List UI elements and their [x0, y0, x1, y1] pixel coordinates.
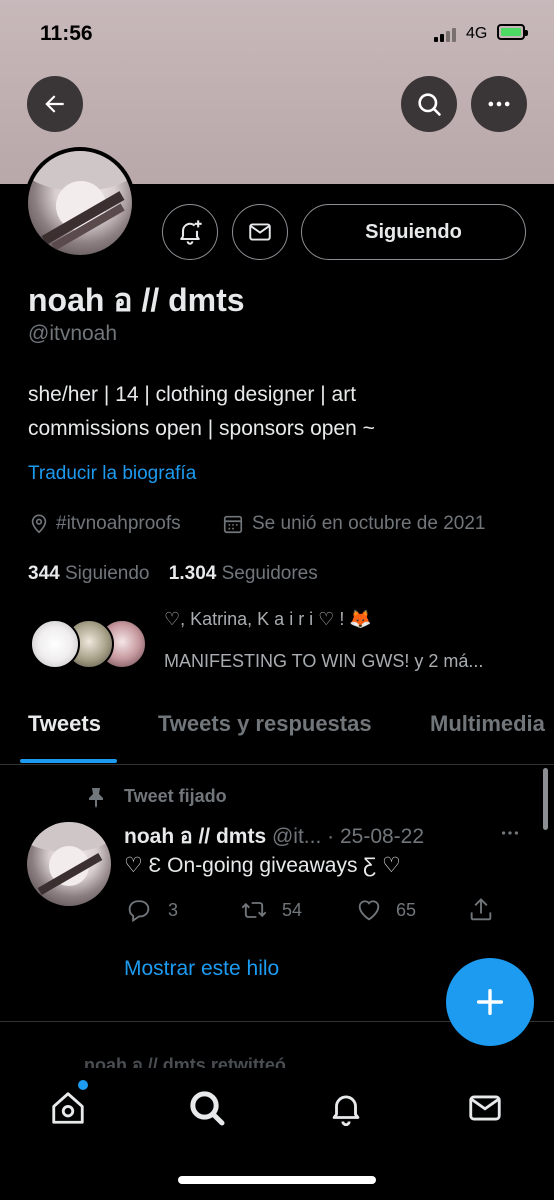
follow-stats: 344 Siguiendo 1.304 Seguidores — [28, 563, 318, 585]
arrow-left-icon — [45, 95, 64, 113]
tab-tweets[interactable]: Tweets — [28, 711, 101, 737]
reply-icon — [128, 900, 150, 923]
more-button[interactable] — [471, 76, 527, 132]
active-tab-indicator — [20, 759, 117, 763]
location-pin-icon — [31, 514, 47, 534]
bio-line: she/her | 14 | clothing designer | art — [28, 383, 357, 406]
more-icon — [488, 101, 510, 107]
nav-home[interactable] — [48, 1080, 88, 1128]
plus-icon — [476, 988, 504, 1016]
followed-by-line: ♡, Katrina, K a i r i ♡ ! 🦊 — [164, 609, 372, 629]
heart-icon — [358, 900, 380, 921]
retweet-icon — [241, 902, 267, 918]
home-icon — [52, 1092, 84, 1124]
tweet-date: · 25-08-22 — [327, 825, 425, 848]
followers-count: 1.304 — [168, 563, 217, 584]
tab-media[interactable]: Multimedia — [430, 711, 545, 737]
tweet-author-handle: @it... — [271, 825, 322, 848]
joined-meta: Se unió en octubre de 2021 — [222, 513, 485, 535]
tweet-more-icon[interactable] — [496, 822, 524, 844]
following-label: Siguiendo — [64, 563, 150, 584]
retweet-count: 54 — [282, 899, 303, 920]
tweet-avatar[interactable] — [27, 822, 111, 906]
like-action[interactable]: 65 — [354, 896, 416, 924]
followed-by-line: MANIFESTING TO WIN GWS! y 2 má... — [164, 651, 484, 671]
nav-notifications[interactable] — [326, 1088, 366, 1128]
mail-icon — [469, 1095, 501, 1121]
location-label[interactable]: #itvnoahproofs — [56, 513, 181, 535]
profile-handle: @itvnoah — [28, 322, 118, 345]
search-icon — [190, 1091, 225, 1126]
followers-label: Seguidores — [221, 563, 318, 584]
notifications-button[interactable] — [162, 204, 218, 260]
search-button[interactable] — [401, 76, 457, 132]
tweet-author-name[interactable]: noah อ // dmts — [124, 825, 266, 848]
following-button-label: Siguiendo — [365, 220, 462, 243]
search-icon — [418, 93, 441, 116]
share-icon — [470, 898, 492, 921]
follower-avatar — [30, 619, 80, 669]
signal-icon — [434, 26, 460, 42]
share-action[interactable] — [466, 896, 496, 924]
pin-icon — [89, 788, 103, 808]
status-bar: 11:56 4G — [0, 20, 554, 50]
location-meta: #itvnoahproofs — [28, 513, 181, 535]
pinned-label: Tweet fijado — [124, 786, 227, 806]
mail-icon — [249, 223, 271, 241]
following-button[interactable]: Siguiendo — [301, 204, 526, 260]
reply-action[interactable]: 3 — [124, 896, 178, 924]
joined-label: Se unió en octubre de 2021 — [252, 513, 486, 534]
network-label: 4G — [466, 25, 488, 42]
profile-tabs: Tweets Tweets y respuestas Multimedia — [0, 708, 554, 765]
profile-name: noah อ // dmts — [28, 282, 245, 318]
tab-tweets-replies[interactable]: Tweets y respuestas — [158, 711, 372, 737]
bell-plus-icon — [180, 220, 202, 245]
translate-bio-link[interactable]: Traducir la biografía — [28, 463, 196, 485]
compose-tweet-button[interactable] — [446, 958, 534, 1046]
battery-icon — [497, 24, 528, 40]
following-stat[interactable]: 344 Siguiendo — [28, 563, 150, 584]
nav-messages[interactable] — [465, 1088, 505, 1128]
profile-bio: she/her | 14 | clothing designer | art c… — [28, 378, 528, 446]
back-button[interactable] — [27, 76, 83, 132]
retweet-action[interactable]: 54 — [238, 896, 302, 924]
message-button[interactable] — [232, 204, 288, 260]
reply-count: 3 — [168, 899, 179, 920]
like-count: 65 — [396, 899, 417, 920]
profile-avatar[interactable] — [24, 147, 136, 259]
notification-dot — [78, 1080, 88, 1090]
followers-stat[interactable]: 1.304 Seguidores — [169, 563, 318, 584]
tweet-text: ♡ Ԑ On-going giveaways Ƹ ♡ — [124, 854, 401, 877]
home-indicator[interactable] — [178, 1176, 376, 1184]
show-thread-link[interactable]: Mostrar este hilo — [124, 957, 279, 981]
nav-search[interactable] — [187, 1088, 227, 1128]
bell-icon — [332, 1095, 360, 1126]
scrollbar[interactable] — [543, 768, 548, 830]
status-time: 11:56 — [40, 22, 93, 45]
bio-line: commissions open | sponsors open ~ — [28, 417, 375, 440]
calendar-icon — [223, 515, 243, 534]
tweet-header: noah อ // dmts @it... · 25-08-22 — [124, 820, 424, 853]
following-count: 344 — [28, 563, 60, 584]
